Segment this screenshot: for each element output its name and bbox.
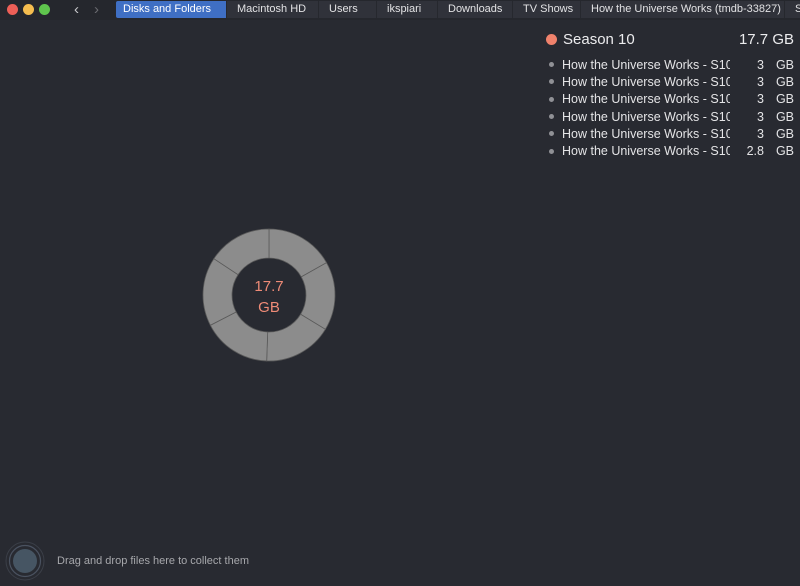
file-size: 3 [757,126,764,141]
breadcrumb-user-folder[interactable]: ikspiari [377,1,438,18]
summary-title: Season 10 [563,30,635,48]
file-size-unit: GB [775,126,794,141]
close-window-button[interactable] [7,4,18,15]
breadcrumb-season-10[interactable]: Season 10 [785,1,800,18]
minimize-window-button[interactable] [23,4,34,15]
file-size: 3 [757,92,764,107]
bullet-icon [549,114,554,120]
breadcrumb-macintosh-hd[interactable]: Macintosh HD [227,1,319,18]
summary-size: 17.7 GB [738,30,794,48]
file-size: 3 [757,57,764,72]
file-name: How the Universe Works - S10 [562,57,730,72]
center-size-unit: GB [258,299,280,316]
dropzone-hint: Drag and drop files here to collect them [57,555,249,567]
bullet-icon [549,79,554,85]
bullet-icon [549,96,554,102]
file-size: 3 [757,109,764,124]
file-list: How the Universe Works - S10 3 GB How th… [546,56,794,160]
list-item[interactable]: How the Universe Works - S10 3 GB [546,56,794,73]
bullet-icon [549,62,554,68]
forward-chevron-icon[interactable]: › [94,1,99,18]
list-item[interactable]: How the Universe Works - S10 3 GB [546,108,794,125]
breadcrumb-downloads[interactable]: Downloads [438,1,513,18]
breadcrumb: Disks and Folders Macintosh HD Users iks… [116,1,800,18]
list-item[interactable]: How the Universe Works - S10 3 GB [546,73,794,90]
file-size-unit: GB [775,92,794,107]
folder-summary: Season 10 17.7 GB How the Universe Works… [546,30,794,160]
file-size-unit: GB [775,74,794,89]
file-size-unit: GB [775,109,794,124]
file-size: 3 [757,74,764,89]
file-size-unit: GB [775,57,794,72]
summary-header[interactable]: Season 10 17.7 GB [546,30,794,48]
file-name: How the Universe Works - S10 [562,144,730,159]
file-name: How the Universe Works - S10 [562,74,730,89]
center-size-value: 17.7 [254,278,284,295]
zoom-window-button[interactable] [39,4,50,15]
breadcrumb-tv-shows[interactable]: TV Shows [513,1,581,18]
title-bar: ‹ › Disks and Folders Macintosh HD Users… [0,0,800,20]
drop-target-icon[interactable] [5,541,45,581]
chart-center-label[interactable]: 17.7 GB [229,276,309,318]
breadcrumb-disks-and-folders[interactable]: Disks and Folders [116,1,227,18]
bullet-icon [549,131,554,137]
bullet-icon [549,148,554,154]
list-item[interactable]: How the Universe Works - S10 3 GB [546,125,794,142]
back-chevron-icon[interactable]: ‹ [74,1,79,18]
file-size-unit: GB [775,144,794,159]
file-name: How the Universe Works - S10 [562,92,730,107]
file-size: 2.8 [746,144,764,159]
file-name: How the Universe Works - S10 [562,126,730,141]
breadcrumb-show-folder[interactable]: How the Universe Works (tmdb-33827) [581,1,785,18]
list-item[interactable]: How the Universe Works - S10 2.8 GB [546,142,794,159]
folder-color-dot-icon [546,33,557,45]
list-item[interactable]: How the Universe Works - S10 3 GB [546,91,794,108]
file-name: How the Universe Works - S10 [562,109,730,124]
breadcrumb-users[interactable]: Users [319,1,377,18]
